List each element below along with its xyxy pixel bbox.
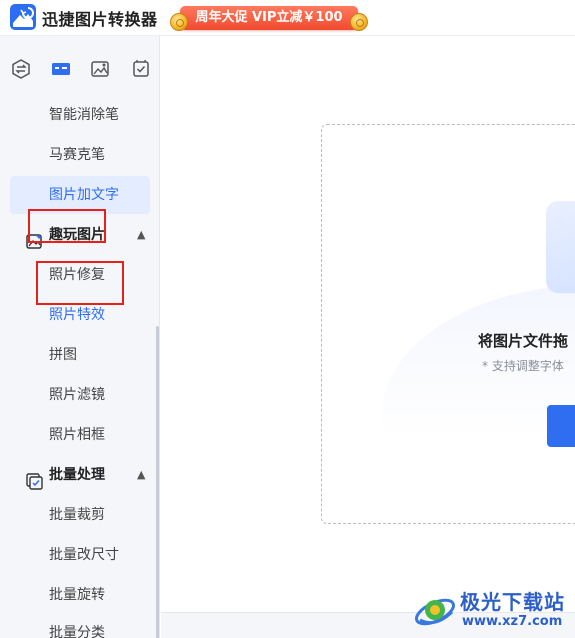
promo-banner[interactable]: 周年大促 VIP立减￥100 [170, 5, 370, 31]
file-drop-zone[interactable]: 将图片文件拖 * 支持调整字体 [321, 124, 575, 524]
upload-illustration-icon [546, 201, 575, 293]
group-batch-processing[interactable]: 批量处理 ▲ [0, 456, 159, 494]
menu-item-batch-rotate[interactable]: 批量旋转 [10, 576, 150, 614]
coin-icon [170, 13, 188, 31]
convert-icon[interactable] [10, 58, 32, 80]
menu-item-mosaic-pen[interactable]: 马赛克笔 [10, 136, 150, 174]
drop-title: 将图片文件拖 [478, 332, 569, 350]
watermark-url: www.xz7.com [462, 614, 563, 629]
background-wave [382, 285, 575, 523]
image-edit-icon[interactable] [89, 58, 111, 80]
menu-item-collage[interactable]: 拼图 [10, 336, 150, 374]
chevron-up-icon: ▲ [137, 228, 146, 241]
promo-label: 周年大促 VIP立减￥100 [180, 6, 358, 30]
drop-hint: * 支持调整字体 [482, 359, 564, 373]
main-panel: 将图片文件拖 * 支持调整字体 [161, 36, 575, 638]
menu-item-batch-resize[interactable]: 批量改尺寸 [10, 536, 150, 574]
watermark-name: 极光下载站 [460, 590, 565, 614]
coin-icon [350, 13, 368, 31]
menu-item-batch-sort[interactable]: 批量分类 [10, 614, 150, 638]
add-image-button[interactable] [547, 405, 575, 447]
menu-item-batch-crop[interactable]: 批量裁剪 [10, 496, 150, 534]
annotation-box [28, 209, 106, 243]
watermark-logo-icon [412, 586, 458, 632]
batch-icon[interactable] [50, 58, 72, 80]
chevron-up-icon: ▲ [137, 468, 146, 481]
app-title: 迅捷图片转换器 [42, 10, 158, 29]
group-label: 批量处理 [49, 467, 105, 483]
check-icon[interactable] [130, 58, 152, 80]
menu-item-photo-filter[interactable]: 照片滤镜 [10, 376, 150, 414]
app-logo-icon [10, 4, 36, 30]
sidebar-scrollbar[interactable] [156, 326, 159, 638]
title-bar: 迅捷图片转换器 周年大促 VIP立减￥100 [0, 0, 575, 36]
site-watermark: 极光下载站 www.xz7.com [412, 584, 575, 638]
sidebar: 智能消除笔 马赛克笔 图片加文字 趣玩图片 ▲ 照片修复 照片特效 拼图 照片滤… [0, 36, 160, 638]
menu-item-smart-eraser[interactable]: 智能消除笔 [10, 96, 150, 134]
menu-item-photo-frame[interactable]: 照片相框 [10, 416, 150, 454]
batch-process-icon [26, 467, 43, 490]
annotation-box [36, 261, 124, 305]
category-tabs [0, 50, 159, 88]
